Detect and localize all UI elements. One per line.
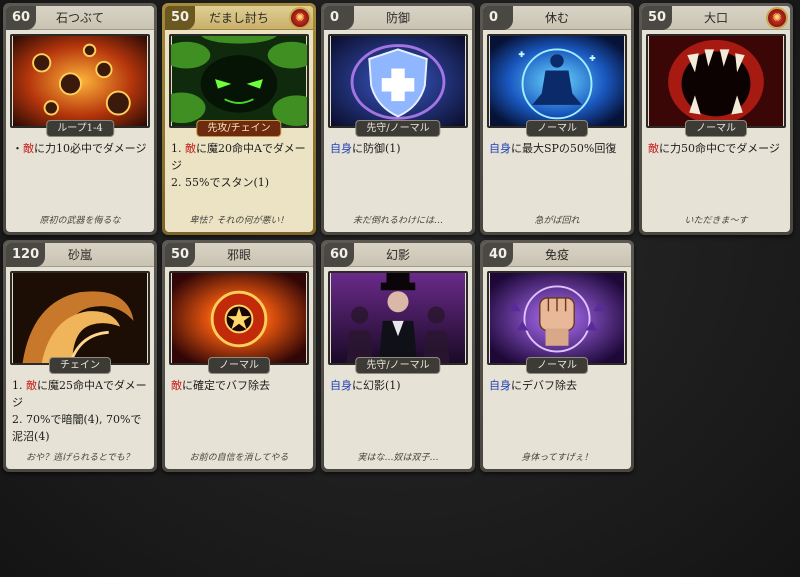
meditation-icon bbox=[487, 34, 627, 128]
card-body: 0 休む ノーマル 自身に最大SPの50%回復 急がば回れ bbox=[483, 6, 631, 232]
card-body: 50 大口 ✺ ノーマル 敵に力50命中Cでダメージ いただきま～す bbox=[642, 6, 790, 232]
card-name: 石つぶて bbox=[55, 11, 104, 25]
card-type-tag: ノーマル bbox=[685, 120, 747, 137]
card-name: 幻影 bbox=[385, 248, 410, 262]
card-header: 40 免疫 bbox=[483, 243, 631, 267]
card-geneii[interactable]: 60 幻影 先守/ノーマル 自身に幻影(1) 実はな…奴は双子… bbox=[321, 240, 475, 472]
card-description: 敵に確定でバフ除去 bbox=[171, 377, 309, 394]
target-self: 自身 bbox=[489, 379, 511, 392]
effect-line: 自身に幻影(1) bbox=[330, 379, 401, 392]
card-header: 0 防御 bbox=[324, 6, 472, 30]
target-enemy: 敵 bbox=[648, 142, 659, 155]
fireball-rocks-icon bbox=[10, 34, 150, 128]
card-body: 60 幻影 先守/ノーマル 自身に幻影(1) 実はな…奴は双子… bbox=[324, 243, 472, 469]
card-description: 1. 敵に魔20命中Aでダメージ 2. 55%でスタン(1) bbox=[171, 140, 309, 191]
effect-line: 自身に防御(1) bbox=[330, 142, 401, 155]
effect-line: 1. 敵に魔20命中Aでダメージ bbox=[171, 142, 306, 172]
monster-mouth-icon bbox=[646, 34, 786, 128]
card-type-tag: 先攻/チェイン bbox=[196, 120, 282, 137]
card-type-tag: ノーマル bbox=[526, 357, 588, 374]
card-body: 0 防御 先守/ノーマル 自身に防御(1) 未だ倒れるわけには… bbox=[324, 6, 472, 232]
target-self: 自身 bbox=[489, 142, 511, 155]
card-body: 40 免疫 ノーマル 自身にデバフ除去 身体ってすげぇ！ bbox=[483, 243, 631, 469]
fist-icon bbox=[487, 271, 627, 365]
card-damashiuchi[interactable]: 50 だまし討ち ✺ 先攻/チェイン 1. 敵に魔20命中Aでダメージ 2. 5… bbox=[162, 3, 316, 235]
card-header: 60 幻影 bbox=[324, 243, 472, 267]
effect-line: 1. 敵に魔25命中Aでダメージ bbox=[12, 379, 147, 409]
card-meneki[interactable]: 40 免疫 ノーマル 自身にデバフ除去 身体ってすげぇ！ bbox=[480, 240, 634, 472]
target-enemy: 敵 bbox=[23, 142, 34, 155]
card-type-tag: 先守/ノーマル bbox=[355, 357, 441, 374]
flavor-text: 急がば回れ bbox=[534, 216, 580, 226]
flavor-text: 未だ倒れるわけには… bbox=[352, 216, 443, 226]
card-description: 自身にデバフ除去 bbox=[489, 377, 627, 394]
card-body: 120 砂嵐 チェイン 1. 敵に魔25命中Aでダメージ 2. 70%で暗闇(4… bbox=[6, 243, 154, 469]
card-bougyo[interactable]: 0 防御 先守/ノーマル 自身に防御(1) 未だ倒れるわけには… bbox=[321, 3, 475, 235]
card-board: 60 石つぶて ループ1-4 ・敵に力10必中でダメージ 原初の武器を侮るな 5… bbox=[0, 0, 800, 577]
target-enemy: 敵 bbox=[26, 379, 37, 392]
evil-eye-icon bbox=[169, 271, 309, 365]
card-header: 60 石つぶて bbox=[6, 6, 154, 30]
card-description: ・敵に力10必中でダメージ bbox=[12, 140, 150, 157]
card-type-tag: ループ1-4 bbox=[46, 120, 114, 137]
card-header: 0 休む bbox=[483, 6, 631, 30]
card-ookuchi[interactable]: 50 大口 ✺ ノーマル 敵に力50命中Cでダメージ いただきま～す bbox=[639, 3, 793, 235]
card-body: 50 だまし討ち ✺ 先攻/チェイン 1. 敵に魔20命中Aでダメージ 2. 5… bbox=[165, 6, 313, 232]
card-description: 自身に最大SPの50%回復 bbox=[489, 140, 627, 157]
effect-line: ・敵に力10必中でダメージ bbox=[12, 142, 147, 155]
shadow-clones-icon bbox=[328, 271, 468, 365]
card-description: 敵に力50命中Cでダメージ bbox=[648, 140, 786, 157]
card-name: 防御 bbox=[385, 11, 410, 25]
card-body: 60 石つぶて ループ1-4 ・敵に力10必中でダメージ 原初の武器を侮るな bbox=[6, 6, 154, 232]
effect-line: 2. 55%でスタン(1) bbox=[171, 176, 270, 189]
shield-cross-icon bbox=[328, 34, 468, 128]
card-type-tag: ノーマル bbox=[526, 120, 588, 137]
card-name: 砂嵐 bbox=[67, 248, 92, 262]
card-name: 休む bbox=[544, 11, 569, 25]
card-description: 自身に幻影(1) bbox=[330, 377, 468, 394]
effect-line: 敵に力50命中Cでダメージ bbox=[648, 142, 780, 155]
card-name: 免疫 bbox=[544, 248, 569, 262]
sand-wave-icon bbox=[10, 271, 150, 365]
flavor-text: いただきま～す bbox=[684, 216, 748, 226]
target-enemy: 敵 bbox=[171, 379, 182, 392]
card-header: 120 砂嵐 bbox=[6, 243, 154, 267]
flavor-text: お前の自信を消してやる bbox=[189, 453, 289, 463]
target-enemy: 敵 bbox=[185, 142, 196, 155]
flavor-text: 原初の武器を侮るな bbox=[39, 216, 121, 226]
card-description: 1. 敵に魔25命中Aでダメージ 2. 70%で暗闇(4), 70%で泥沼(4) bbox=[12, 377, 150, 445]
card-body: 50 邪眼 ノーマル 敵に確定でバフ除去 お前の自信を消してやる bbox=[165, 243, 313, 469]
effect-line: 自身にデバフ除去 bbox=[489, 379, 577, 392]
effect-line: 自身に最大SPの50%回復 bbox=[489, 142, 617, 155]
card-description: 自身に防御(1) bbox=[330, 140, 468, 157]
card-sunaarashi[interactable]: 120 砂嵐 チェイン 1. 敵に魔25命中Aでダメージ 2. 70%で暗闇(4… bbox=[3, 240, 157, 472]
card-type-tag: チェイン bbox=[49, 357, 111, 374]
flavor-text: 卑怯？それの何が悪い！ bbox=[189, 216, 289, 226]
card-type-tag: 先守/ノーマル bbox=[355, 120, 441, 137]
flavor-text: 身体ってすげぇ！ bbox=[521, 453, 593, 463]
card-name: 邪眼 bbox=[226, 248, 251, 262]
target-self: 自身 bbox=[330, 142, 352, 155]
special-seal-icon: ✺ bbox=[766, 7, 788, 29]
special-seal-icon: ✺ bbox=[289, 7, 311, 29]
card-type-tag: ノーマル bbox=[208, 357, 270, 374]
flavor-text: 実はな…奴は双子… bbox=[357, 453, 439, 463]
card-yasumu[interactable]: 0 休む ノーマル 自身に最大SPの50%回復 急がば回れ bbox=[480, 3, 634, 235]
flavor-text: おや？逃げられるとでも？ bbox=[26, 453, 134, 463]
effect-line: 2. 70%で暗闇(4), 70%で泥沼(4) bbox=[12, 413, 142, 443]
card-header: 50 邪眼 bbox=[165, 243, 313, 267]
card-header: 50 大口 ✺ bbox=[642, 6, 790, 30]
card-header: 50 だまし討ち ✺ bbox=[165, 6, 313, 30]
effect-line: 敵に確定でバフ除去 bbox=[171, 379, 270, 392]
card-ishitsubute[interactable]: 60 石つぶて ループ1-4 ・敵に力10必中でダメージ 原初の武器を侮るな bbox=[3, 3, 157, 235]
card-jagan[interactable]: 50 邪眼 ノーマル 敵に確定でバフ除去 お前の自信を消してやる bbox=[162, 240, 316, 472]
target-self: 自身 bbox=[330, 379, 352, 392]
forest-eyes-icon bbox=[169, 34, 309, 128]
